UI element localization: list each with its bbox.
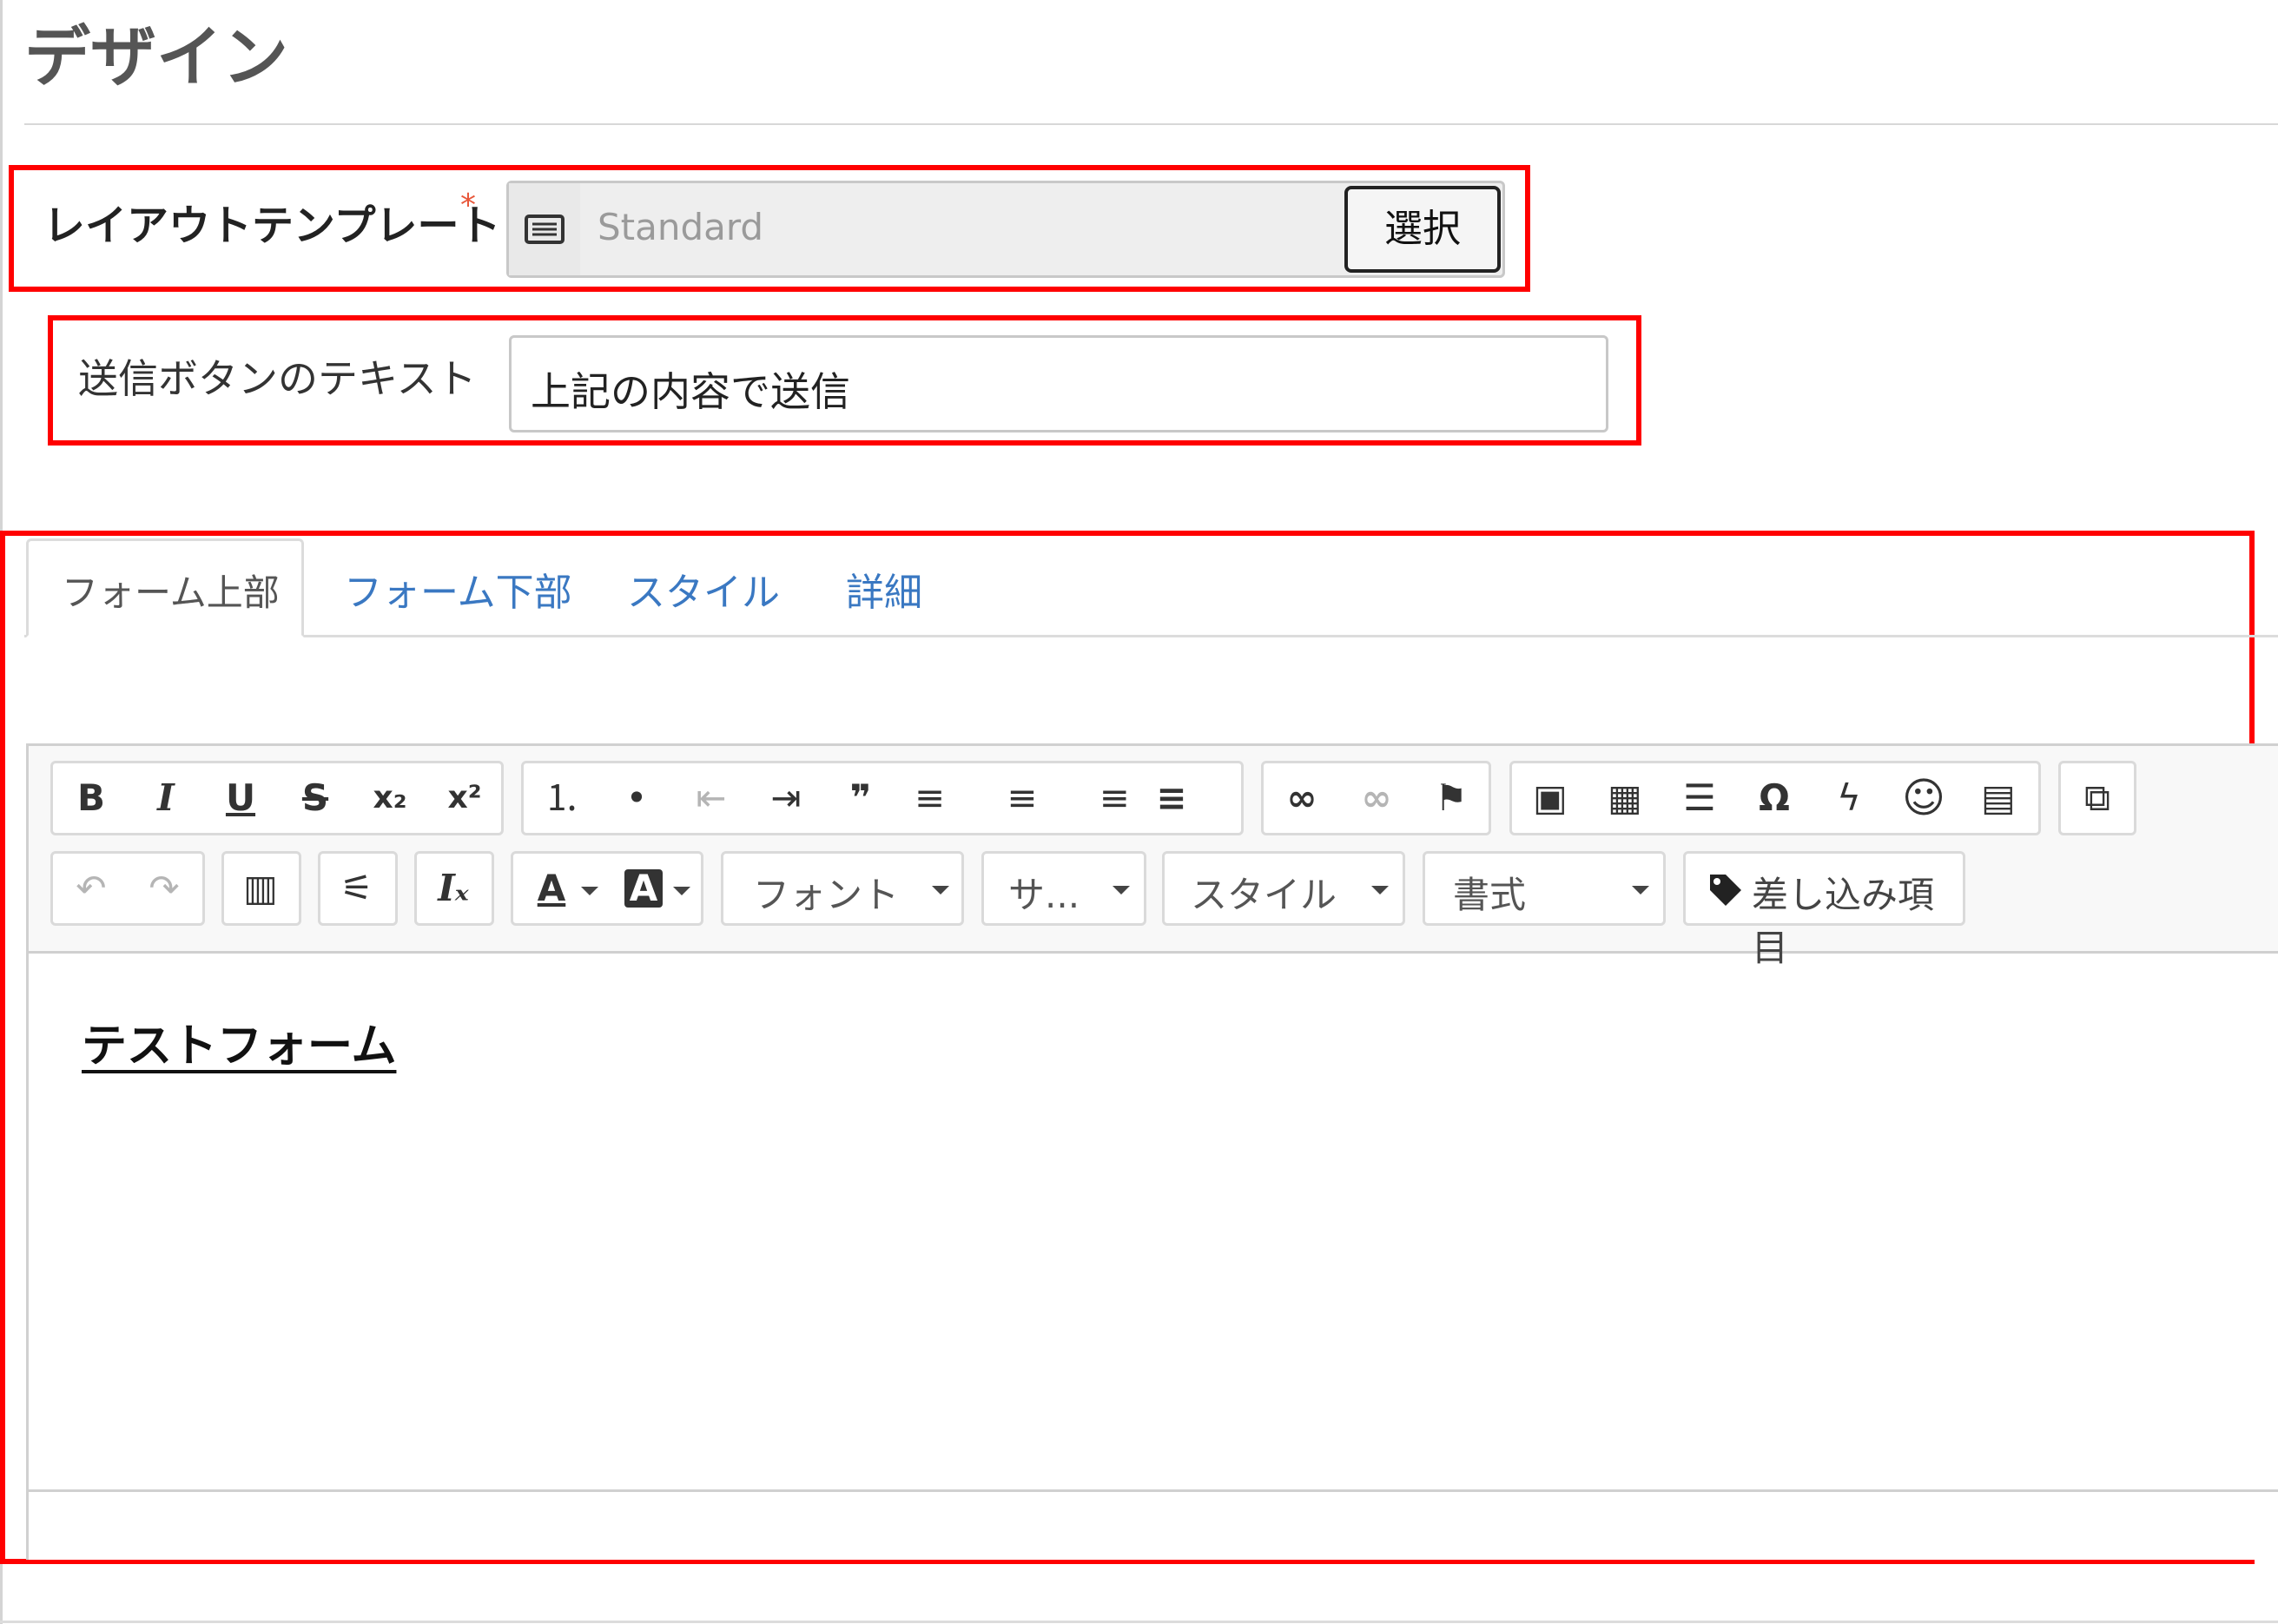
bg-color-icon[interactable]: A (611, 855, 677, 921)
layout-template-value: Standard (598, 206, 764, 248)
submit-text-input[interactable]: 上記の内容で送信 (509, 335, 1608, 432)
italic-button[interactable]: I (133, 765, 199, 831)
tab-style[interactable]: スタイル (627, 561, 780, 617)
size-combo-caret-icon (1113, 886, 1130, 895)
toolbar-group-links: ∞ ∞ ⚑ (1261, 761, 1491, 835)
tag-icon (1710, 875, 1741, 906)
bg-color-letter: A (624, 869, 663, 908)
style-combo[interactable]: スタイル (1162, 851, 1405, 926)
tab-form-top-label: フォーム上部 (62, 571, 280, 614)
title-divider (24, 123, 2278, 125)
horizontal-rule-icon[interactable]: ☰ (1667, 765, 1733, 831)
bottom-divider (0, 1621, 2278, 1623)
bold-button[interactable]: B (58, 765, 124, 831)
text-color-caret-icon[interactable] (581, 887, 598, 895)
toolbar-group-colors: A A (511, 851, 703, 926)
font-combo-label: フォント (753, 874, 900, 916)
submit-text-label: 送信ボタンのテキスト (78, 355, 477, 402)
toolbar-group-source: ⧉ (2058, 761, 2136, 835)
layout-template-addon (509, 183, 583, 275)
toolbar-group-history: ↶ ↷ (50, 851, 205, 926)
format-combo-label: 書式 (1453, 874, 1527, 916)
text-color-icon[interactable]: A (518, 855, 584, 921)
bullet-list-icon[interactable]: • (604, 765, 670, 831)
align-left-icon[interactable]: ≡ (915, 765, 981, 831)
select-template-button[interactable]: 選択 (1344, 186, 1501, 273)
list-icon (525, 215, 565, 244)
paste-icon[interactable]: ▥ (228, 855, 294, 921)
merge-field-button[interactable]: 差し込み項目 (1683, 851, 1965, 969)
underline-button[interactable]: U (208, 765, 274, 831)
toolbar-group-settings: ⚟ (318, 851, 398, 926)
subscript-button[interactable]: x₂ (357, 765, 423, 831)
layout-template-input[interactable]: Standard (580, 183, 1340, 275)
toolbar-group-insert: ▣ ▦ ☰ Ω ϟ ☺ ▤ (1509, 761, 2041, 835)
format-combo[interactable]: 書式 (1423, 851, 1666, 926)
format-combo-caret-icon (1632, 886, 1649, 895)
toolbar-group-paragraph: ⒈ • ⇤ ⇥ ❞ ≡ ≡ ≡ ≡ (521, 761, 1244, 835)
numbered-list-icon[interactable]: ⒈ (529, 765, 595, 831)
tab-form-top[interactable]: フォーム上部 (26, 538, 304, 637)
justify-icon[interactable]: ≡ (1139, 765, 1205, 831)
tabs-divider (24, 635, 2278, 637)
bg-color-caret-icon[interactable] (673, 887, 690, 895)
font-combo[interactable]: フォント (721, 851, 964, 926)
source-code-icon[interactable]: ⧉ (2064, 765, 2130, 831)
flash-icon[interactable]: ϟ (1816, 765, 1882, 831)
editor-status-bar (29, 1489, 2278, 1560)
table-icon[interactable]: ▦ (1592, 765, 1658, 831)
special-character-icon[interactable]: Ω (1741, 765, 1807, 831)
blockquote-icon[interactable]: ❞ (828, 765, 894, 831)
smiley-icon[interactable]: ☺ (1891, 765, 1957, 831)
align-right-icon[interactable]: ≡ (1064, 765, 1130, 831)
align-center-icon[interactable]: ≡ (989, 765, 1055, 831)
superscript-button[interactable]: x² (432, 765, 498, 831)
tab-form-bottom[interactable]: フォーム下部 (344, 561, 572, 617)
unlink-icon[interactable]: ∞ (1344, 765, 1410, 831)
clear-format-icon[interactable]: Iₓ (420, 855, 486, 921)
font-combo-caret-icon (932, 886, 949, 895)
toolbar-group-basic: B I U S x₂ x² (50, 761, 504, 835)
anchor-flag-icon[interactable]: ⚑ (1418, 765, 1484, 831)
layout-template-label: レイアウトテンプレート (43, 201, 501, 250)
undo-icon[interactable]: ↶ (58, 855, 124, 921)
toolbar-group-paste: ▥ (221, 851, 301, 926)
tab-details[interactable]: 詳細 (846, 561, 922, 617)
settings-sliders-icon[interactable]: ⚟ (324, 855, 390, 921)
merge-field-label: 差し込み項目 (1752, 874, 1935, 969)
size-combo[interactable]: サ... (981, 851, 1146, 926)
image-icon[interactable]: ▣ (1517, 765, 1583, 831)
required-mark: * (460, 188, 476, 223)
submit-text-value: 上記の内容で送信 (531, 368, 850, 415)
strikethrough-button[interactable]: S (282, 765, 348, 831)
outdent-icon[interactable]: ⇤ (678, 765, 744, 831)
toolbar-group-clear: Iₓ (414, 851, 494, 926)
size-combo-label: サ... (1008, 874, 1080, 916)
editor-content-heading[interactable]: テストフォーム (82, 1009, 396, 1074)
redo-icon[interactable]: ↷ (131, 855, 197, 921)
style-combo-caret-icon (1371, 886, 1389, 895)
section-title: デザイン (24, 18, 288, 96)
style-combo-label: スタイル (1191, 874, 1337, 916)
indent-icon[interactable]: ⇥ (753, 765, 819, 831)
template-icon[interactable]: ▤ (1965, 765, 2031, 831)
link-icon[interactable]: ∞ (1269, 765, 1335, 831)
